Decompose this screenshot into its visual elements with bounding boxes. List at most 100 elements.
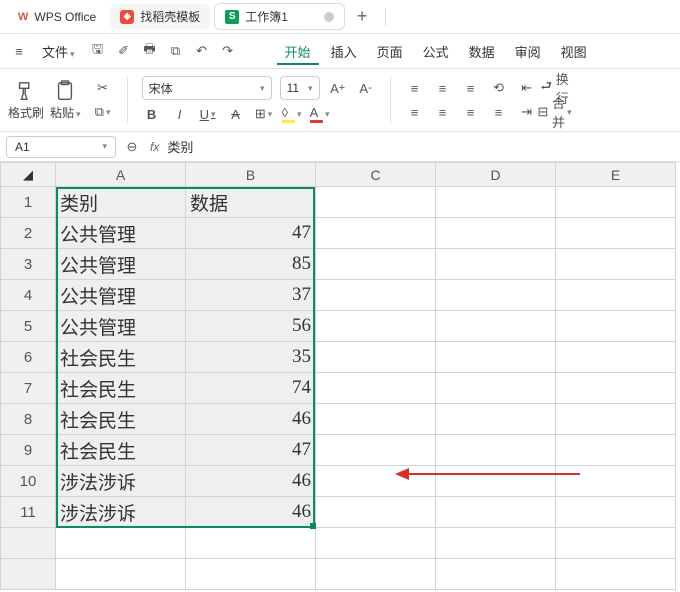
cell[interactable]: [316, 187, 436, 218]
cell[interactable]: [316, 373, 436, 404]
cell[interactable]: [316, 280, 436, 311]
cell[interactable]: [186, 528, 316, 559]
merge-button[interactable]: ⊟ 合并▾: [545, 102, 565, 122]
cell[interactable]: [556, 342, 676, 373]
row-header[interactable]: 3: [1, 249, 56, 280]
cell[interactable]: [436, 249, 556, 280]
file-menu[interactable]: 文件▾: [34, 38, 83, 65]
cell[interactable]: [556, 497, 676, 528]
font-select[interactable]: 宋体▾: [142, 76, 272, 100]
cell[interactable]: [316, 466, 436, 497]
cell[interactable]: [316, 218, 436, 249]
cell[interactable]: [556, 466, 676, 497]
tab-formula[interactable]: 公式: [415, 38, 457, 65]
italic-icon[interactable]: I: [170, 104, 190, 124]
fill-color-icon[interactable]: ◊▾: [282, 104, 302, 124]
cell[interactable]: 37: [186, 280, 316, 311]
orientation-icon[interactable]: ⟲: [489, 78, 509, 98]
cell[interactable]: [316, 435, 436, 466]
cell[interactable]: [436, 528, 556, 559]
fx-icon[interactable]: fx: [150, 140, 159, 154]
cell[interactable]: 社会民生: [56, 373, 186, 404]
export-icon[interactable]: ✐: [113, 40, 135, 62]
col-header-C[interactable]: C: [316, 163, 436, 187]
new-tab-button[interactable]: +: [349, 6, 376, 27]
cell[interactable]: 公共管理: [56, 311, 186, 342]
align-center-icon[interactable]: ≡: [433, 102, 453, 122]
cell[interactable]: [436, 311, 556, 342]
row-header[interactable]: 9: [1, 435, 56, 466]
tab-review[interactable]: 审阅: [507, 38, 549, 65]
cell[interactable]: [436, 466, 556, 497]
tab-insert[interactable]: 插入: [323, 38, 365, 65]
cell[interactable]: 74: [186, 373, 316, 404]
app-tab-wps[interactable]: W WPS Office: [8, 6, 106, 28]
font-size-select[interactable]: 11▾: [280, 76, 320, 100]
cell[interactable]: [316, 249, 436, 280]
row-header[interactable]: 8: [1, 404, 56, 435]
spreadsheet-grid[interactable]: ◢ A B C D E 1类别数据 2公共管理47 3公共管理85 4公共管理3…: [0, 162, 680, 590]
select-all-corner[interactable]: ◢: [1, 163, 56, 187]
formula-input[interactable]: 类别: [167, 137, 193, 156]
row-header[interactable]: 6: [1, 342, 56, 373]
cell[interactable]: 涉法涉诉: [56, 466, 186, 497]
row-header[interactable]: [1, 528, 56, 559]
col-header-A[interactable]: A: [56, 163, 186, 187]
app-tab-document[interactable]: S 工作簿1: [214, 3, 345, 30]
col-header-E[interactable]: E: [556, 163, 676, 187]
tab-start[interactable]: 开始: [277, 38, 319, 65]
cell[interactable]: 类别: [56, 187, 186, 218]
cell[interactable]: [556, 404, 676, 435]
cell[interactable]: 公共管理: [56, 280, 186, 311]
menu-toggle-icon[interactable]: ≡: [8, 40, 30, 62]
cell[interactable]: [436, 342, 556, 373]
tab-view[interactable]: 视图: [553, 38, 595, 65]
col-header-B[interactable]: B: [186, 163, 316, 187]
tab-page[interactable]: 页面: [369, 38, 411, 65]
copy-icon[interactable]: ⧉▾: [93, 102, 113, 122]
cell[interactable]: 56: [186, 311, 316, 342]
font-color-icon[interactable]: A▾: [310, 104, 330, 124]
cell[interactable]: [556, 311, 676, 342]
cell[interactable]: [316, 559, 436, 590]
cell[interactable]: [316, 497, 436, 528]
cell[interactable]: [556, 249, 676, 280]
cell[interactable]: 公共管理: [56, 218, 186, 249]
row-header[interactable]: 4: [1, 280, 56, 311]
cell[interactable]: 社会民生: [56, 342, 186, 373]
bold-icon[interactable]: B: [142, 104, 162, 124]
increase-font-icon[interactable]: A+: [328, 78, 348, 98]
cell[interactable]: [436, 280, 556, 311]
print-icon[interactable]: 🖶: [139, 40, 161, 62]
row-header[interactable]: [1, 559, 56, 590]
cell[interactable]: [556, 280, 676, 311]
tab-data[interactable]: 数据: [461, 38, 503, 65]
app-tab-template[interactable]: ◆ 找稻壳模板: [110, 4, 210, 29]
align-middle-icon[interactable]: ≡: [433, 78, 453, 98]
cell[interactable]: 85: [186, 249, 316, 280]
cell[interactable]: [316, 528, 436, 559]
cell[interactable]: [436, 435, 556, 466]
cell[interactable]: 数据: [186, 187, 316, 218]
cell[interactable]: 涉法涉诉: [56, 497, 186, 528]
cell[interactable]: 46: [186, 497, 316, 528]
indent-inc-icon[interactable]: ⇥: [517, 102, 537, 122]
cell[interactable]: [556, 528, 676, 559]
cell[interactable]: [556, 187, 676, 218]
undo-icon[interactable]: ↶: [191, 40, 213, 62]
row-header[interactable]: 2: [1, 218, 56, 249]
cell[interactable]: [436, 373, 556, 404]
col-header-D[interactable]: D: [436, 163, 556, 187]
paste-button[interactable]: 粘贴▾: [50, 73, 81, 127]
cell[interactable]: [436, 187, 556, 218]
strike-icon[interactable]: A: [226, 104, 246, 124]
row-header[interactable]: 10: [1, 466, 56, 497]
row-header[interactable]: 11: [1, 497, 56, 528]
row-header[interactable]: 1: [1, 187, 56, 218]
cell[interactable]: [436, 559, 556, 590]
cell[interactable]: [316, 404, 436, 435]
save-icon[interactable]: 🖫: [87, 40, 109, 62]
format-brush-button[interactable]: 格式刷: [8, 73, 44, 127]
name-box[interactable]: A1▾: [6, 136, 116, 158]
cell[interactable]: [436, 404, 556, 435]
